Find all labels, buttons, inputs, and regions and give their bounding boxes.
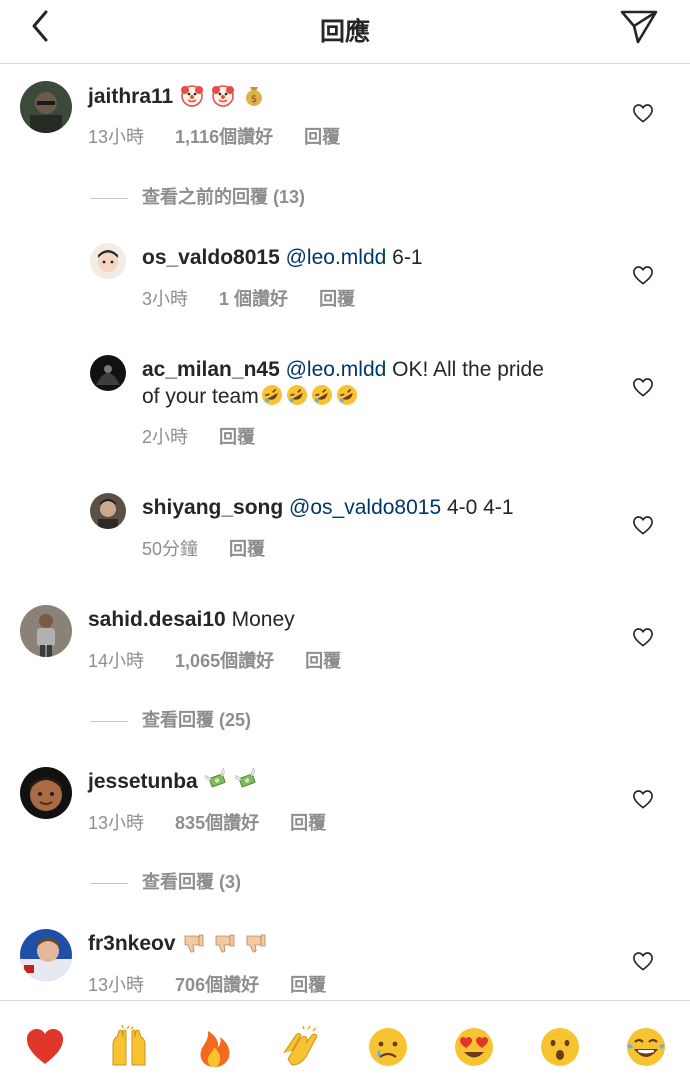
comment-text: 6-1 [392, 246, 423, 269]
rofl-face-icon [286, 385, 307, 405]
reply-button[interactable]: 回覆 [290, 813, 326, 833]
page-title: 回應 [319, 18, 370, 46]
likes-count[interactable]: 1,065個讚好 [175, 651, 274, 671]
comment-text-line2: of your team [142, 385, 259, 408]
comment-time: 13小時 [88, 975, 145, 995]
crying-face-icon[interactable] [366, 1025, 410, 1069]
divider-line [90, 720, 128, 722]
username[interactable]: shiyang_song [142, 496, 283, 519]
avatar[interactable] [20, 81, 72, 133]
like-heart-icon[interactable] [632, 377, 654, 397]
money-with-wings-icon [235, 768, 256, 788]
svg-text:$: $ [251, 94, 257, 105]
mention-link[interactable]: @leo.mldd [286, 358, 387, 381]
avatar[interactable] [90, 355, 126, 391]
likes-count[interactable]: 706個讚好 [175, 975, 259, 995]
rofl-face-icon [311, 385, 332, 405]
like-heart-icon[interactable] [632, 515, 654, 535]
reply-button[interactable]: 回覆 [305, 651, 341, 671]
like-heart-icon[interactable] [632, 265, 654, 285]
username[interactable]: sahid.desai10 [88, 608, 226, 631]
reply-button[interactable]: 回覆 [290, 975, 326, 995]
divider-line [90, 882, 128, 884]
username[interactable]: jessetunba [88, 770, 198, 793]
avatar[interactable] [20, 605, 72, 657]
username[interactable]: fr3nkeov [88, 932, 176, 955]
reply-button[interactable]: 回覆 [304, 127, 340, 147]
like-heart-icon[interactable] [632, 627, 654, 647]
reply-button[interactable]: 回覆 [229, 539, 265, 559]
comments-feed[interactable]: jaithra11 $ 13小時 1,116個讚好 回覆 查看之前的回覆 (13… [0, 65, 690, 1000]
heart-eyes-icon[interactable] [452, 1025, 496, 1069]
quick-reaction-bar [0, 1000, 690, 1090]
clown-face-icon [181, 85, 204, 107]
surprised-face-icon[interactable] [538, 1025, 582, 1069]
thumbs-down-icon [215, 934, 235, 953]
view-more-label: 查看回覆 (3) [142, 872, 241, 892]
username[interactable]: ac_milan_n45 [142, 358, 280, 381]
comment-time: 2小時 [142, 427, 189, 447]
like-heart-icon[interactable] [632, 951, 654, 971]
fire-icon[interactable] [193, 1025, 237, 1069]
reply-button[interactable]: 回覆 [219, 427, 255, 447]
money-bag-icon: $ [245, 87, 262, 106]
likes-count[interactable]: 1 個讚好 [219, 289, 288, 309]
comment-time: 13小時 [88, 127, 145, 147]
send-icon[interactable] [618, 6, 660, 46]
view-more-label: 查看之前的回覆 (13) [142, 187, 306, 207]
comment-time: 3小時 [142, 289, 189, 309]
likes-count[interactable]: 835個讚好 [175, 813, 259, 833]
rofl-face-icon [336, 385, 357, 405]
rofl-face-icon [261, 385, 282, 405]
tears-of-joy-icon[interactable] [624, 1025, 668, 1069]
avatar[interactable] [20, 767, 72, 819]
view-more-replies[interactable]: 查看回覆 (3) [90, 868, 241, 894]
reply-button[interactable]: 回覆 [319, 289, 355, 309]
money-with-wings-icon [204, 768, 225, 788]
comment-time: 13小時 [88, 813, 145, 833]
likes-count[interactable]: 1,116個讚好 [175, 127, 273, 147]
comment-time: 50分鐘 [142, 539, 199, 559]
avatar[interactable] [90, 243, 126, 279]
comment-text: OK! All the pride [392, 358, 544, 381]
view-more-replies[interactable]: 查看回覆 (25) [90, 706, 251, 732]
username[interactable]: os_valdo8015 [142, 246, 280, 269]
comment-time: 14小時 [88, 651, 145, 671]
mention-link[interactable]: @os_valdo8015 [289, 496, 441, 519]
mention-link[interactable]: @leo.mldd [286, 246, 387, 269]
clown-face-icon [211, 85, 234, 107]
thumbs-down-icon [246, 934, 266, 953]
clapping-hands-icon[interactable] [278, 1025, 322, 1069]
heart-reaction-icon[interactable] [23, 1025, 67, 1069]
raised-hands-icon[interactable] [107, 1025, 151, 1069]
view-more-label: 查看回覆 (25) [142, 710, 252, 730]
header-bar: 回應 [0, 0, 690, 64]
view-more-replies[interactable]: 查看之前的回覆 (13) [90, 183, 305, 209]
comment-text: 4-0 4-1 [447, 496, 514, 519]
like-heart-icon[interactable] [632, 103, 654, 123]
username[interactable]: jaithra11 [88, 85, 173, 108]
comment-text: Money [231, 608, 295, 631]
avatar[interactable] [90, 493, 126, 529]
divider-line [90, 197, 128, 199]
avatar[interactable] [20, 929, 72, 981]
thumbs-down-icon [184, 934, 204, 953]
like-heart-icon[interactable] [632, 789, 654, 809]
